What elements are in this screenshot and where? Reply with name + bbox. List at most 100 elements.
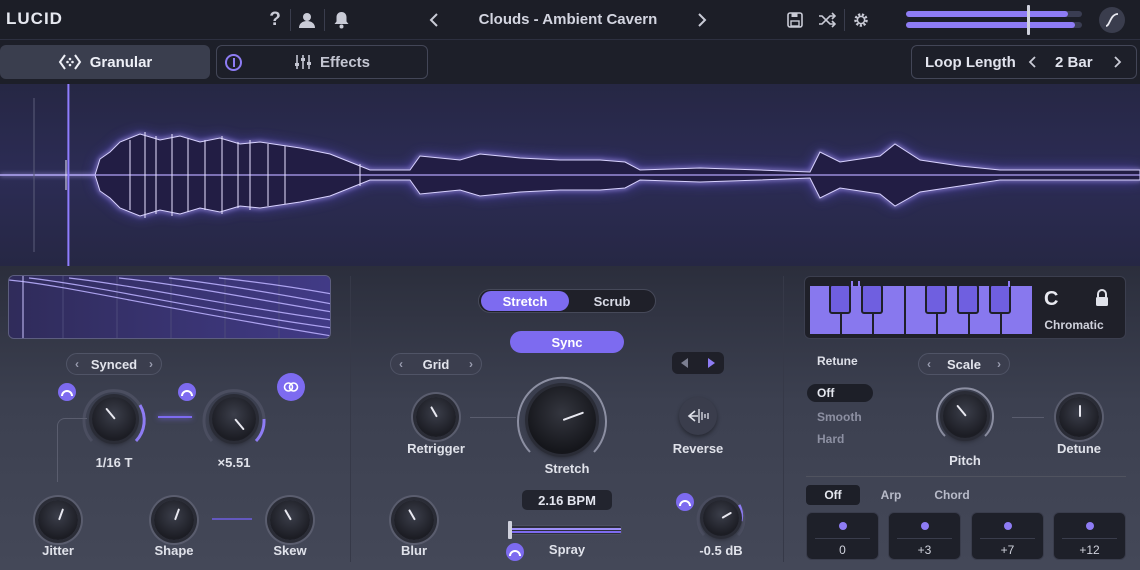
retrigger-knob[interactable] bbox=[416, 397, 456, 437]
key-name[interactable]: C bbox=[1044, 288, 1058, 311]
chord-mode-off[interactable]: Off bbox=[806, 485, 860, 505]
retune-option-smooth[interactable]: Smooth bbox=[817, 410, 862, 424]
spray-label: Spray bbox=[548, 542, 586, 557]
waveform bbox=[0, 84, 1140, 266]
output-meter-left bbox=[906, 11, 1082, 17]
interval-value: +3 bbox=[917, 543, 932, 557]
spray-mod-icon[interactable] bbox=[506, 543, 524, 561]
loop-length-label: Loop Length bbox=[925, 53, 1016, 71]
detune-knob[interactable] bbox=[1059, 397, 1099, 437]
shuffle-icon[interactable] bbox=[816, 9, 838, 31]
pitch-knob[interactable] bbox=[943, 394, 987, 438]
previous-preset-chevron-icon[interactable] bbox=[424, 9, 444, 31]
loop-length-selector: Loop Length 2 Bar bbox=[911, 45, 1137, 79]
interval-slot[interactable]: +12 bbox=[1053, 512, 1126, 560]
rate-mod-icon[interactable] bbox=[58, 383, 76, 401]
jitter-knob[interactable] bbox=[38, 500, 78, 540]
chord-mode-arp[interactable]: Arp bbox=[871, 488, 911, 502]
stretch-label: Stretch bbox=[544, 461, 590, 476]
blur-label: Blur bbox=[401, 543, 427, 558]
scale-label: Scale bbox=[947, 356, 981, 372]
skew-label: Skew bbox=[273, 543, 307, 558]
rate-knob[interactable] bbox=[92, 397, 136, 441]
chevron-left-icon[interactable]: ‹ bbox=[75, 357, 79, 371]
jitter-label: Jitter bbox=[42, 543, 74, 558]
skew-knob[interactable] bbox=[270, 500, 310, 540]
scale-selector[interactable]: ‹ Scale › bbox=[918, 353, 1010, 375]
gear-icon[interactable] bbox=[850, 9, 872, 31]
shape-knob[interactable] bbox=[154, 500, 194, 540]
chevron-right-icon[interactable]: › bbox=[469, 357, 473, 371]
output-meter-right bbox=[906, 22, 1082, 28]
interval-value: +7 bbox=[1000, 543, 1015, 557]
effects-power-icon[interactable] bbox=[225, 54, 242, 71]
chevron-right-icon[interactable]: › bbox=[997, 357, 1001, 371]
interval-slot[interactable]: +7 bbox=[971, 512, 1044, 560]
link-line bbox=[158, 416, 192, 418]
user-icon[interactable] bbox=[296, 9, 318, 31]
lfo-mode-selector[interactable]: ‹ Synced › bbox=[66, 353, 162, 375]
rate-value: 1/16 T bbox=[95, 455, 133, 470]
connector-line bbox=[470, 417, 516, 418]
app-logo: LUCID bbox=[6, 9, 63, 28]
sliders-icon bbox=[294, 55, 311, 69]
loop-length-value: 2 Bar bbox=[1055, 53, 1093, 71]
divider bbox=[844, 9, 845, 31]
detune-label: Detune bbox=[1056, 441, 1102, 456]
depth-value: ×5.51 bbox=[217, 455, 251, 470]
help-icon[interactable]: ? bbox=[265, 8, 285, 32]
retune-option-off[interactable]: Off bbox=[807, 384, 873, 402]
waveform-display[interactable] bbox=[0, 84, 1140, 266]
spray-slider-handle[interactable] bbox=[508, 521, 512, 539]
reverse-button[interactable] bbox=[679, 397, 717, 435]
tab-effects[interactable]: Effects bbox=[216, 45, 428, 79]
loop-length-next-chevron-icon[interactable] bbox=[1112, 55, 1122, 69]
mode-stretch-option[interactable]: Stretch bbox=[481, 291, 569, 311]
direction-toggle bbox=[672, 352, 724, 374]
chevron-left-icon[interactable]: ‹ bbox=[399, 357, 403, 371]
depth-knob[interactable] bbox=[212, 397, 256, 441]
chord-mode-chord[interactable]: Chord bbox=[928, 488, 976, 502]
gain-mod-icon[interactable] bbox=[676, 493, 694, 511]
depth-mod-icon[interactable] bbox=[178, 383, 196, 401]
lfo-shape-display[interactable] bbox=[8, 275, 331, 339]
divider bbox=[290, 9, 291, 31]
granular-icon bbox=[58, 54, 81, 70]
interval-slot[interactable]: +3 bbox=[888, 512, 961, 560]
chevron-left-icon[interactable]: ‹ bbox=[927, 357, 931, 371]
reverse-icon bbox=[687, 409, 709, 423]
gain-knob[interactable] bbox=[703, 500, 739, 536]
next-preset-chevron-icon[interactable] bbox=[692, 9, 712, 31]
spray-slider[interactable] bbox=[510, 525, 622, 535]
preset-name[interactable]: Clouds - Ambient Cavern bbox=[468, 11, 668, 28]
loop-length-prev-chevron-icon[interactable] bbox=[1028, 55, 1038, 69]
retune-option-hard[interactable]: Hard bbox=[817, 432, 844, 446]
chevron-right-icon[interactable]: › bbox=[149, 357, 153, 371]
grid-label: Grid bbox=[422, 356, 450, 372]
grid-selector[interactable]: ‹ Grid › bbox=[390, 353, 482, 375]
connector-line bbox=[1012, 417, 1044, 418]
scale-name: Chromatic bbox=[1044, 318, 1104, 332]
output-volume-handle[interactable] bbox=[1027, 5, 1030, 35]
play-forward-icon[interactable] bbox=[707, 358, 715, 368]
play-backward-icon[interactable] bbox=[681, 358, 689, 368]
curve-icon[interactable] bbox=[1099, 7, 1125, 33]
mode-scrub-option[interactable]: Scrub bbox=[569, 291, 655, 311]
interval-slot[interactable]: 0 bbox=[806, 512, 879, 560]
lfo-curve bbox=[9, 276, 330, 338]
piano-keyboard[interactable] bbox=[809, 281, 1033, 335]
retune-label: Retune bbox=[817, 354, 858, 368]
lfo-mode-label: Synced bbox=[90, 356, 138, 372]
stretch-knob[interactable] bbox=[528, 386, 596, 454]
link-icon[interactable] bbox=[277, 373, 305, 401]
save-icon[interactable] bbox=[784, 9, 806, 31]
bpm-display[interactable]: 2.16 BPM bbox=[522, 490, 612, 510]
tab-granular-label: Granular bbox=[89, 53, 153, 71]
bell-icon[interactable] bbox=[330, 9, 352, 31]
retrigger-label: Retrigger bbox=[407, 441, 465, 456]
section-divider bbox=[806, 476, 1126, 477]
tab-granular[interactable]: Granular bbox=[0, 45, 210, 79]
lock-icon[interactable] bbox=[1094, 289, 1110, 307]
blur-knob[interactable] bbox=[394, 500, 434, 540]
sync-button[interactable]: Sync bbox=[510, 331, 624, 353]
